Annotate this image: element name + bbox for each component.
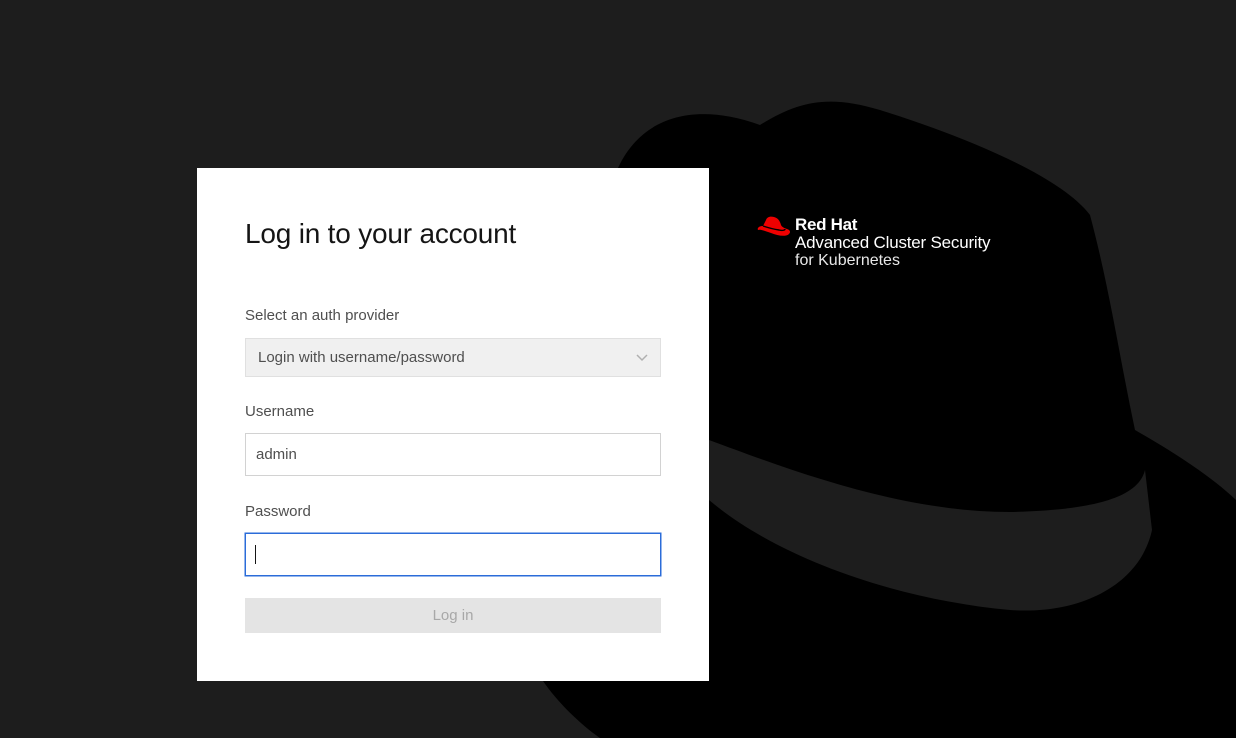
login-button[interactable]: Log in	[245, 598, 661, 633]
brand-text: Red Hat Advanced Cluster Security for Ku…	[795, 215, 991, 270]
text-caret	[255, 545, 256, 564]
brand-product: Advanced Cluster Security	[795, 233, 991, 252]
auth-provider-select[interactable]: Login with username/password	[245, 338, 661, 377]
brand-subtitle: for Kubernetes	[795, 252, 900, 269]
page-title: Log in to your account	[245, 218, 517, 249]
username-input[interactable]	[245, 433, 661, 476]
username-label: Username	[245, 403, 315, 420]
password-input[interactable]	[245, 533, 661, 576]
chevron-down-icon	[636, 352, 648, 364]
auth-provider-selected-value: Login with username/password	[258, 349, 465, 366]
auth-provider-label: Select an auth provider	[245, 307, 400, 324]
red-hat-fedora-icon	[757, 216, 791, 236]
brand-logo-block: Red Hat Advanced Cluster Security for Ku…	[757, 215, 991, 270]
password-label: Password	[245, 503, 311, 520]
brand-name: Red Hat	[795, 215, 858, 234]
login-card: Log in to your account Select an auth pr…	[197, 168, 709, 681]
password-field-wrapper	[245, 533, 661, 576]
